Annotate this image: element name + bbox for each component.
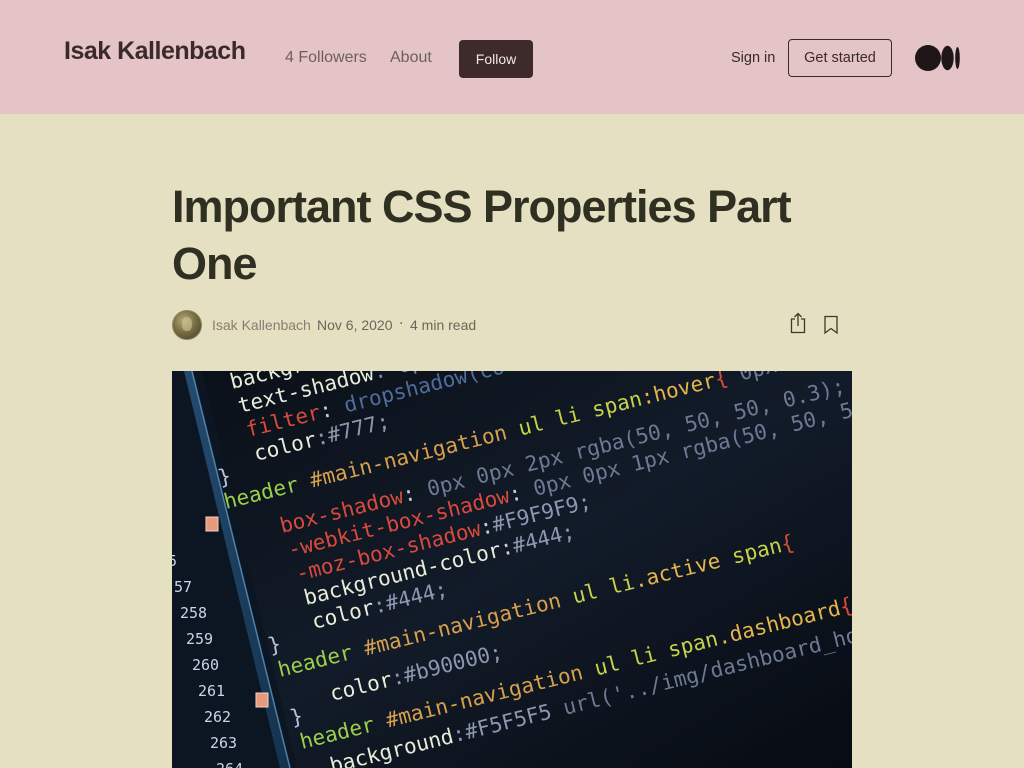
fold-marker-icon [255,692,269,708]
article-title: Important CSS Properties Part One [172,181,792,289]
line-number: 261 [198,682,225,700]
author-avatar[interactable] [172,310,202,340]
share-icon[interactable] [789,312,807,334]
meta-separator: · [399,316,404,332]
line-number: 259 [186,630,213,648]
line-number: 260 [192,656,219,674]
read-time: 4 min read [410,317,477,333]
line-number: 258 [180,604,207,622]
hero-code-image: 557258259260261262263264 background: #ff… [172,371,852,768]
line-number: 262 [204,708,231,726]
medium-logo-icon[interactable] [915,45,961,71]
publication-brand-link[interactable]: Isak Kallenbach [64,37,246,66]
line-number: 5 [172,552,177,570]
author-name-link[interactable]: Isak Kallenbach [212,317,311,333]
bookmark-icon[interactable] [823,315,839,335]
sign-in-link[interactable]: Sign in [731,50,775,66]
code-screenshot-image: 557258259260261262263264 background: #ff… [172,371,852,768]
follow-button[interactable]: Follow [459,40,533,78]
get-started-button[interactable]: Get started [788,39,892,77]
about-link[interactable]: About [390,49,432,67]
article-meta: Isak Kallenbach Nov 6, 2020 · 4 min read [172,310,852,340]
publish-date: Nov 6, 2020 [317,317,393,333]
top-navigation-bar: Isak Kallenbach 4 Followers About Follow… [0,0,1024,114]
line-number: 263 [210,734,237,752]
line-number: 264 [216,760,243,768]
line-number: 57 [174,578,192,596]
fold-marker-icon [205,516,219,532]
followers-link[interactable]: 4 Followers [285,49,367,67]
